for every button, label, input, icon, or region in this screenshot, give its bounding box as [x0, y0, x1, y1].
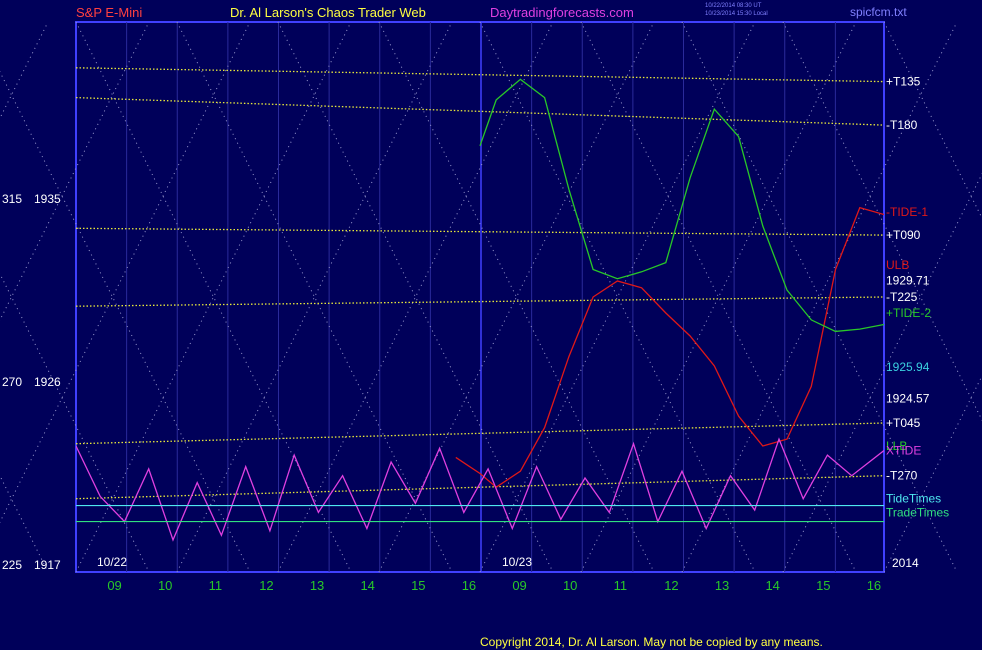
x-tick-label: 10: [158, 578, 172, 593]
y-price-label: 1926: [34, 375, 61, 389]
y-angle-label: 270: [2, 375, 22, 389]
right-label: 1925.94: [886, 360, 930, 374]
symbol-title: S&P E-Mini: [76, 5, 142, 20]
y-price-label: 1935: [34, 192, 61, 206]
x-tick-label: 16: [867, 578, 881, 593]
date-label-day1: 10/22: [97, 555, 127, 569]
x-tick-label: 12: [259, 578, 273, 593]
y-angle-label: 225: [2, 558, 22, 572]
x-tick-label: 14: [360, 578, 374, 593]
data-file-name: spicfcm.txt: [850, 5, 907, 19]
site-link[interactable]: Daytradingforecasts.com: [490, 5, 634, 20]
chart-canvas: S&P E-Mini Dr. Al Larson's Chaos Trader …: [0, 0, 982, 650]
x-tick-label: 11: [209, 578, 223, 593]
date-label-day2: 10/23: [502, 555, 532, 569]
right-label: +T045: [886, 416, 921, 430]
x-tick-label: 15: [411, 578, 425, 593]
y-angle-label: 315: [2, 192, 22, 206]
timestamp-ut: 10/22/2014 08:30 UT: [705, 3, 762, 9]
right-label: +T090: [886, 228, 921, 242]
right-label: TradeTimes: [886, 505, 949, 519]
x-tick-label: 13: [310, 578, 324, 593]
right-label: -TIDE-1: [886, 205, 928, 219]
x-tick-label: 13: [715, 578, 729, 593]
x-tick-label: 11: [614, 578, 628, 593]
y-price-label: 1917: [34, 558, 61, 572]
year-label: 2014: [892, 556, 919, 570]
right-label: XTIDE: [886, 444, 921, 458]
x-tick-label: 10: [563, 578, 577, 593]
x-tick-label: 09: [107, 578, 121, 593]
copyright-notice: Copyright 2014, Dr. Al Larson. May not b…: [480, 635, 823, 649]
right-label: TideTimes: [886, 492, 941, 506]
right-label: +T135: [886, 75, 921, 89]
x-tick-label: 09: [512, 578, 526, 593]
x-tick-label: 16: [462, 578, 476, 593]
chart-title: Dr. Al Larson's Chaos Trader Web: [230, 5, 426, 20]
right-label: -T180: [886, 118, 918, 132]
x-tick-label: 14: [765, 578, 779, 593]
right-label: -T225: [886, 290, 918, 304]
right-label: -T270: [886, 469, 918, 483]
right-label: ULB: [886, 258, 909, 272]
x-tick-label: 15: [816, 578, 830, 593]
right-label: 1924.57: [886, 392, 930, 406]
timestamp-local: 10/23/2014 15:30 Local: [705, 11, 768, 17]
chart-background: [0, 0, 982, 650]
right-label: +TIDE-2: [886, 306, 931, 320]
right-label: 1929.71: [886, 274, 930, 288]
x-tick-label: 12: [664, 578, 678, 593]
